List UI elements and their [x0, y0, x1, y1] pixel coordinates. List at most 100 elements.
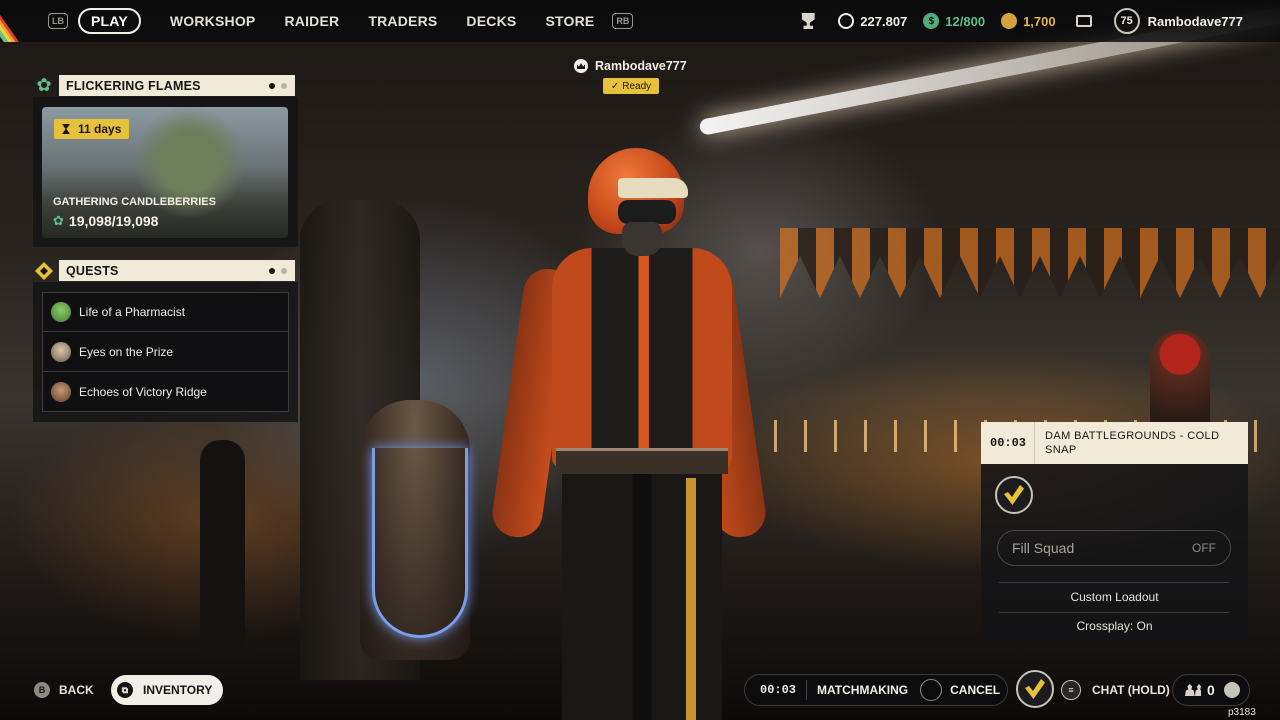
- character-leg-stripe: [686, 478, 696, 720]
- hourglass-icon: [62, 124, 70, 134]
- rainbow-stripe-logo: [0, 0, 40, 42]
- event-days: 11 days: [78, 122, 122, 136]
- cancel-button[interactable]: CANCEL: [950, 683, 1000, 697]
- matchmaking-timer: 00:03: [990, 436, 1027, 450]
- background-figure: [200, 440, 245, 650]
- character-gas-mask: [622, 222, 662, 256]
- lb-button-icon[interactable]: LB: [48, 13, 68, 29]
- menu-icon: [1223, 682, 1240, 698]
- quest-giver-avatar: [51, 341, 71, 362]
- character-belt: [556, 448, 728, 474]
- character-torso: [552, 248, 732, 468]
- trophy-button[interactable]: [800, 13, 816, 29]
- player-character: [489, 148, 770, 720]
- crown-icon: [574, 59, 588, 73]
- inventory-label: INVENTORY: [143, 683, 213, 697]
- quests-title: QUESTS: [66, 263, 119, 278]
- player-stats: 227.807 $ 12/800 1,700 75 Rambodave777: [784, 0, 1280, 42]
- fill-squad-label: Fill Squad: [1012, 540, 1075, 556]
- tab-decks[interactable]: DECKS: [466, 13, 516, 29]
- matchmaking-bar-timer: 00:03: [760, 683, 797, 697]
- quest-label: Eyes on the Prize: [79, 344, 174, 359]
- b-button-icon: B: [34, 682, 50, 698]
- currency-main-value: 227.807: [860, 13, 908, 29]
- quest-giver-avatar: [51, 302, 71, 322]
- fill-squad-toggle[interactable]: Fill Squad OFF: [997, 530, 1231, 566]
- trophy-icon: [801, 13, 815, 29]
- coin-icon: [838, 13, 855, 29]
- matchmaking-panel: 00:03 DAM BATTLEGROUNDS - COLD SNAP Fill…: [981, 422, 1248, 642]
- flower-icon: ✿: [53, 213, 64, 228]
- quests-panel-header: QUESTS: [33, 260, 295, 281]
- coin-counter: 1,700: [1001, 13, 1056, 29]
- page-dots: [263, 82, 287, 89]
- gold-coin-icon: [1001, 13, 1018, 29]
- friends-count: 0: [1207, 682, 1215, 698]
- quest-label: Life of a Pharmacist: [79, 305, 186, 319]
- character-visor: [618, 178, 688, 198]
- flower-icon: ✿: [36, 75, 52, 95]
- check-icon: ✓: [610, 80, 620, 92]
- tab-traders[interactable]: TRADERS: [368, 13, 437, 29]
- inventory-button[interactable]: ⧉ INVENTORY: [111, 675, 224, 705]
- character-legs: [562, 474, 722, 720]
- bunting-flags: [780, 228, 1280, 298]
- people-icon: [1185, 684, 1201, 696]
- quest-item[interactable]: Life of a Pharmacist: [42, 292, 289, 332]
- player-level-badge: 75: [1113, 8, 1140, 34]
- map-name: DAM BATTLEGROUNDS - COLD SNAP: [1045, 430, 1220, 456]
- coin-value: 1,700: [1023, 13, 1056, 29]
- chat-label: CHAT (HOLD): [1092, 683, 1170, 697]
- custom-loadout-option[interactable]: Custom Loadout: [981, 590, 1248, 604]
- event-timer-badge: 11 days: [54, 119, 130, 139]
- friends-button[interactable]: 0: [1172, 674, 1250, 706]
- event-image: 11 days GATHERING CANDLEBERRIES ✿ 19,098…: [42, 107, 288, 238]
- ticket-counter: $ 12/800: [923, 13, 985, 29]
- quest-item[interactable]: Eyes on the Prize: [42, 332, 289, 372]
- main-nav: LB PLAY WORKSHOP RAIDER TRADERS DECKS ST…: [48, 8, 634, 34]
- back-button[interactable]: B BACK: [34, 675, 94, 705]
- event-panel-header: ✿ FLICKERING FLAMES: [33, 75, 295, 96]
- chat-button[interactable]: ≡ CHAT (HOLD): [1061, 675, 1170, 705]
- quest-diamond-icon: [33, 260, 55, 282]
- emblem-check-icon: [1025, 679, 1045, 699]
- tab-workshop[interactable]: WORKSHOP: [170, 13, 256, 29]
- tab-store[interactable]: STORE: [545, 13, 594, 29]
- build-version: p3183: [1228, 707, 1256, 718]
- party-leader-name: Rambodave777: [595, 59, 687, 73]
- event-progress-value: 19,098/19,098: [68, 213, 159, 229]
- squad-emblem-button[interactable]: [1016, 670, 1054, 708]
- quests-panel: Life of a Pharmacist Eyes on the Prize E…: [33, 282, 298, 422]
- ready-badge: ✓ Ready: [603, 78, 659, 94]
- quest-list: Life of a Pharmacist Eyes on the Prize E…: [42, 292, 289, 412]
- tab-raider[interactable]: RAIDER: [284, 13, 339, 29]
- player-profile[interactable]: 75 Rambodave777: [1113, 8, 1243, 34]
- rb-button-icon[interactable]: RB: [612, 13, 634, 29]
- event-card[interactable]: 11 days GATHERING CANDLEBERRIES ✿ 19,098…: [33, 97, 298, 247]
- back-label: BACK: [59, 683, 94, 697]
- page-dots: [263, 267, 287, 274]
- quest-label: Echoes of Victory Ridge: [79, 384, 207, 399]
- matchmaking-status-bar: 00:03 MATCHMAKING CANCEL: [744, 674, 1008, 706]
- top-navigation-bar: LB PLAY WORKSHOP RAIDER TRADERS DECKS ST…: [0, 0, 1280, 42]
- ticket-icon: $: [923, 13, 940, 29]
- ticket-value: 12/800: [945, 13, 986, 29]
- emblem-check-icon: [1004, 485, 1024, 505]
- quest-item[interactable]: Echoes of Victory Ridge: [42, 372, 289, 412]
- character-goggles: [618, 200, 676, 224]
- currency-main: 227.807: [838, 13, 907, 29]
- player-name: Rambodave777: [1147, 13, 1243, 29]
- neon-light-ring: [372, 448, 468, 638]
- event-title: FLICKERING FLAMES: [66, 78, 201, 93]
- trophy-button-icon: [920, 679, 943, 701]
- divider: [999, 582, 1229, 583]
- tab-play[interactable]: PLAY: [78, 8, 141, 34]
- event-objective: GATHERING CANDLEBERRIES: [53, 196, 216, 208]
- menu-button-icon: ≡: [1061, 680, 1081, 700]
- divider: [999, 612, 1229, 613]
- crossplay-option[interactable]: Crossplay: On: [981, 619, 1248, 633]
- matchmaking-header: 00:03 DAM BATTLEGROUNDS - COLD SNAP: [981, 422, 1248, 464]
- fill-squad-value: OFF: [1192, 541, 1216, 555]
- quest-giver-avatar: [51, 381, 71, 402]
- mail-button[interactable]: [1075, 15, 1092, 27]
